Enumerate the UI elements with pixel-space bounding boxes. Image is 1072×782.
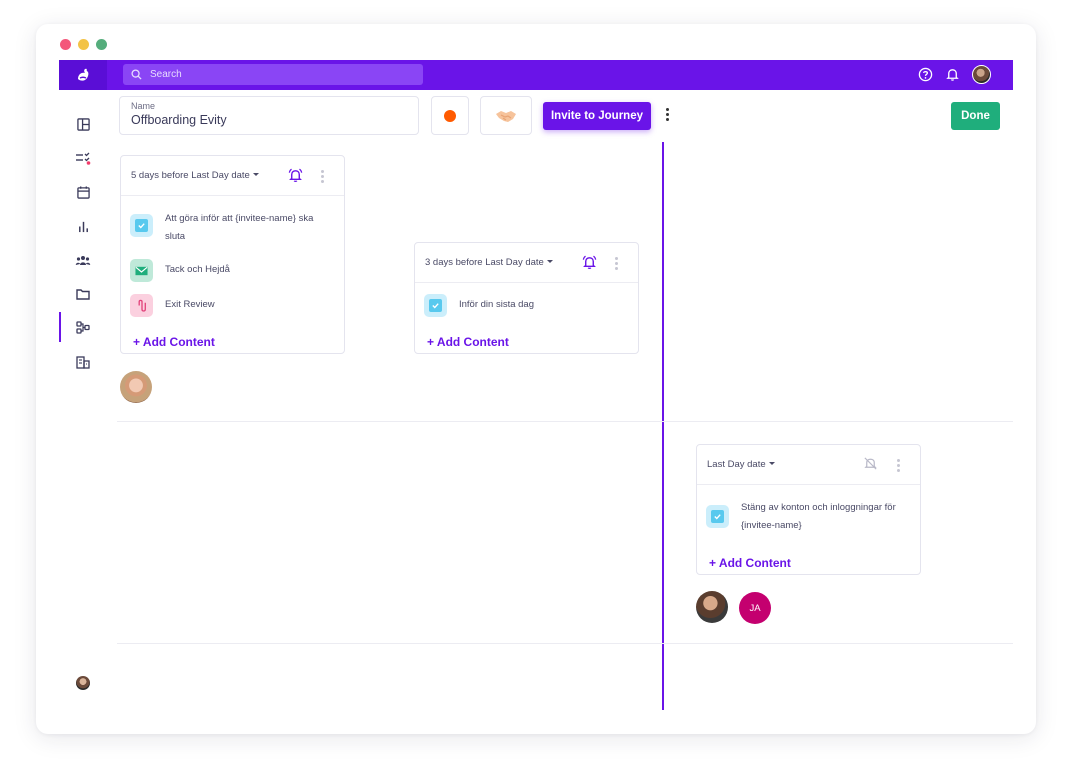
close-window-button[interactable] bbox=[60, 39, 71, 50]
people-icon bbox=[75, 256, 91, 265]
bell-off-icon[interactable] bbox=[863, 456, 878, 471]
bird-logo-icon bbox=[78, 68, 89, 81]
card-menu-icon[interactable] bbox=[320, 170, 324, 183]
sidebar-user-avatar[interactable] bbox=[76, 676, 90, 690]
color-swatch bbox=[444, 109, 456, 122]
sidebar-item-dashboard[interactable] bbox=[59, 109, 107, 139]
content-item-label: Stäng av konton och inloggningar för {inv… bbox=[741, 502, 896, 531]
card-header: Last Day date bbox=[697, 445, 920, 485]
content-item[interactable]: Stäng av konton och inloggningar för {inv… bbox=[706, 502, 896, 535]
content-item[interactable]: Inför din sista dag bbox=[424, 294, 534, 317]
journey-step-card: 3 days before Last Day date Inför din si… bbox=[414, 242, 639, 354]
invite-to-journey-button[interactable]: Invite to Journey bbox=[543, 102, 651, 130]
sidebar-item-people[interactable] bbox=[59, 245, 107, 275]
task-icon bbox=[130, 214, 153, 237]
name-label: Name bbox=[131, 101, 156, 111]
journey-step-card: Last Day date Stäng av konton och inlogg… bbox=[696, 444, 921, 575]
building-icon bbox=[76, 355, 90, 369]
handshake-icon bbox=[496, 110, 516, 122]
caret-down-icon bbox=[252, 172, 259, 176]
card-header: 3 days before Last Day date bbox=[415, 243, 638, 283]
email-icon bbox=[130, 259, 153, 282]
add-content-button[interactable]: + Add Content bbox=[427, 335, 509, 349]
bell-ring-icon[interactable] bbox=[287, 167, 304, 184]
card-title[interactable]: Last Day date bbox=[707, 459, 775, 470]
sidebar-item-calendar[interactable] bbox=[59, 177, 107, 207]
sidebar-item-journeys[interactable] bbox=[59, 312, 107, 342]
add-content-button[interactable]: + Add Content bbox=[709, 556, 791, 570]
sidebar-item-tasks[interactable] bbox=[59, 143, 107, 173]
add-content-button[interactable]: + Add Content bbox=[133, 335, 215, 349]
assignee-avatar-initials[interactable]: JA bbox=[739, 592, 771, 624]
task-icon bbox=[706, 505, 729, 528]
sidebar-item-files[interactable] bbox=[59, 279, 107, 309]
bell-icon[interactable] bbox=[945, 67, 960, 82]
today-marker-line bbox=[662, 142, 664, 710]
layout-icon bbox=[76, 117, 90, 131]
journey-icon bbox=[76, 320, 90, 334]
search-placeholder: Search bbox=[150, 69, 182, 80]
done-button[interactable]: Done bbox=[951, 102, 1000, 130]
content-item-label: Exit Review bbox=[165, 299, 215, 310]
color-picker-button[interactable] bbox=[431, 96, 469, 135]
content-item-label: Tack och Hejdå bbox=[165, 264, 230, 275]
user-avatar[interactable] bbox=[972, 65, 991, 84]
top-icons bbox=[918, 65, 991, 84]
window-controls bbox=[60, 39, 107, 50]
sidebar bbox=[59, 90, 107, 730]
emoji-picker-button[interactable] bbox=[480, 96, 532, 135]
calendar-icon bbox=[76, 185, 90, 199]
caret-down-icon bbox=[768, 461, 775, 465]
chart-icon bbox=[78, 221, 88, 232]
card-menu-icon[interactable] bbox=[896, 459, 900, 472]
top-bar: Search bbox=[59, 60, 1013, 90]
zoom-window-button[interactable] bbox=[96, 39, 107, 50]
app-window: Search Name Offboarding Evity Invite to … bbox=[36, 24, 1036, 734]
card-header: 5 days before Last Day date bbox=[121, 156, 344, 196]
attachment-icon bbox=[130, 294, 153, 317]
bell-ring-icon[interactable] bbox=[581, 254, 598, 271]
assignee-avatar[interactable] bbox=[120, 371, 152, 403]
app-logo[interactable] bbox=[59, 60, 107, 90]
task-icon bbox=[424, 294, 447, 317]
row-divider bbox=[117, 421, 1013, 422]
search-input[interactable]: Search bbox=[123, 64, 423, 85]
content-item[interactable]: Exit Review bbox=[130, 294, 215, 317]
sidebar-item-reports[interactable] bbox=[59, 211, 107, 241]
minimize-window-button[interactable] bbox=[78, 39, 89, 50]
row-divider bbox=[117, 643, 1013, 644]
card-title[interactable]: 3 days before Last Day date bbox=[425, 257, 553, 268]
help-icon[interactable] bbox=[918, 67, 933, 82]
assignee-avatar[interactable] bbox=[696, 591, 728, 623]
more-options-icon[interactable] bbox=[662, 108, 672, 126]
tasks-icon bbox=[76, 152, 91, 165]
search-icon bbox=[131, 69, 142, 80]
sidebar-item-organization[interactable] bbox=[59, 347, 107, 377]
caret-down-icon bbox=[546, 259, 553, 263]
content-item[interactable]: Att göra inför att {invitee-name} ska slu… bbox=[130, 213, 313, 246]
card-menu-icon[interactable] bbox=[614, 257, 618, 270]
content-item-label: Inför din sista dag bbox=[459, 299, 534, 310]
content-item-label: Att göra inför att {invitee-name} ska slu… bbox=[165, 213, 314, 242]
journey-step-card: 5 days before Last Day date Att göra inf… bbox=[120, 155, 345, 354]
name-field[interactable]: Name bbox=[119, 96, 419, 135]
folder-icon bbox=[76, 289, 90, 300]
card-title[interactable]: 5 days before Last Day date bbox=[131, 170, 259, 181]
content-item[interactable]: Tack och Hejdå bbox=[130, 259, 230, 282]
name-input[interactable] bbox=[131, 113, 407, 127]
